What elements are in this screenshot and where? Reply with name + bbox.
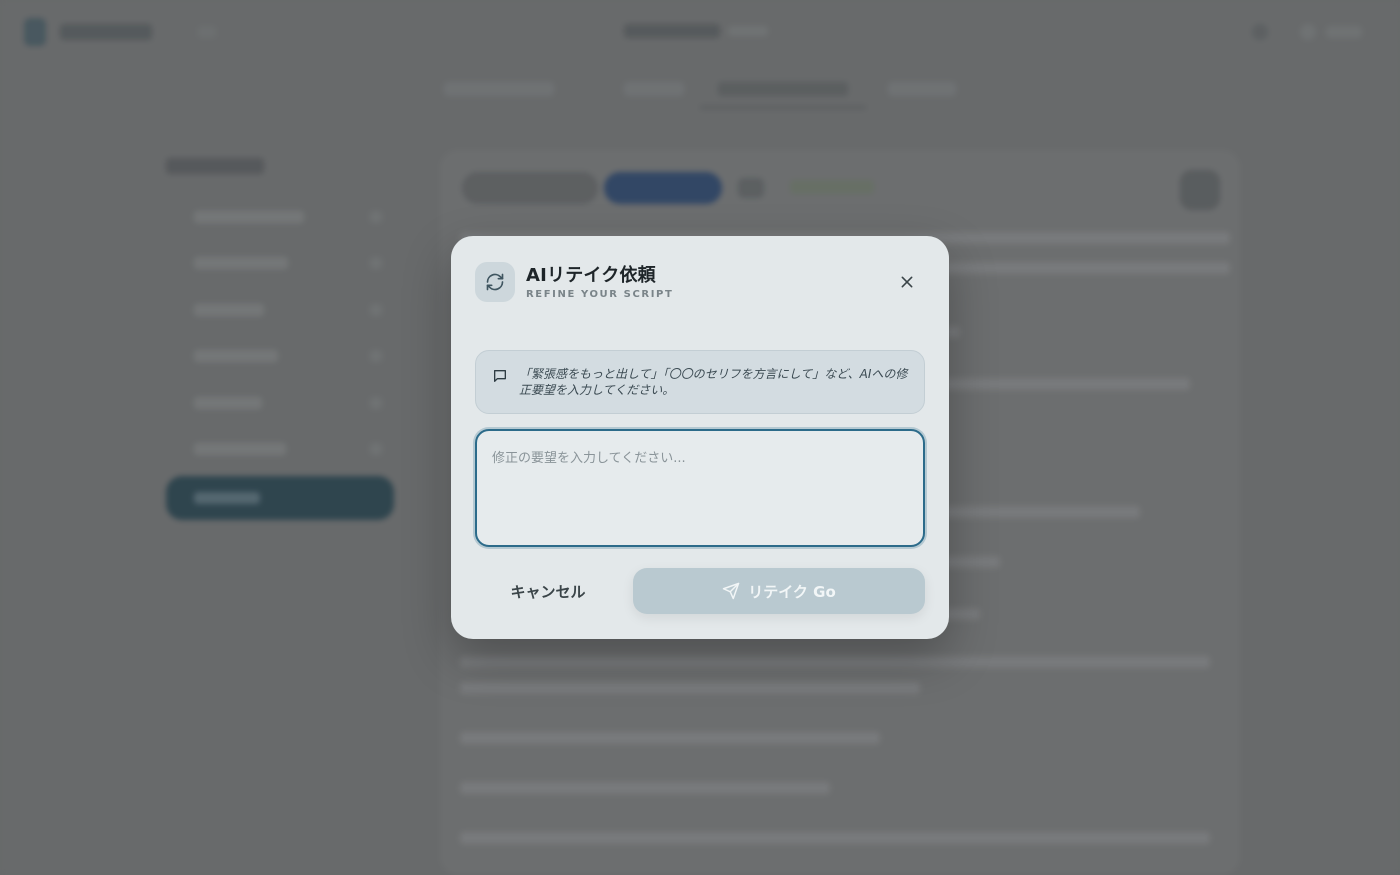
message-icon	[494, 370, 506, 382]
hint-text: 「緊張感をもっと出して」「〇〇のセリフを方言にして」など、AIへの修正要望を入力…	[519, 367, 908, 397]
retake-request-input[interactable]	[477, 431, 923, 545]
close-button[interactable]	[891, 266, 923, 298]
retake-dialog: AIリテイク依頼 REFINE YOUR SCRIPT 「緊張感をもっと出して」…	[451, 236, 949, 639]
retake-submit-button[interactable]: リテイク Go	[633, 568, 925, 614]
hint-box: 「緊張感をもっと出して」「〇〇のセリフを方言にして」など、AIへの修正要望を入力…	[475, 350, 925, 414]
refresh-icon	[486, 273, 504, 291]
retake-request-field	[475, 429, 925, 547]
send-icon	[722, 582, 740, 600]
dialog-icon-badge	[475, 262, 515, 302]
cancel-button[interactable]: キャンセル	[475, 568, 621, 614]
retake-submit-label: リテイク Go	[748, 582, 836, 601]
close-icon	[901, 276, 913, 288]
dialog-title: AIリテイク依頼	[526, 265, 656, 286]
dialog-subtitle: REFINE YOUR SCRIPT	[526, 289, 674, 300]
